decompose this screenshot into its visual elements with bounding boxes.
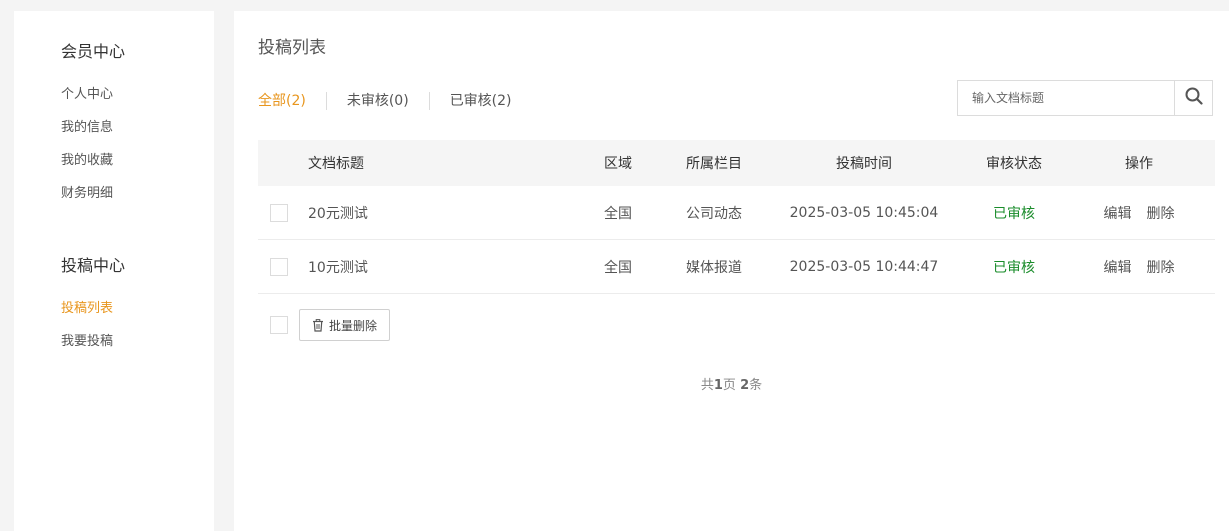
header-actions: 操作 [1125, 156, 1153, 172]
page-count: 1 [713, 378, 723, 393]
header-column: 所属栏目 [686, 156, 742, 172]
row-region: 全国 [604, 259, 632, 276]
submission-table: 文档标题 区域 所属栏目 投稿时间 审核状态 操作 20元测试 全国 公司动态 … [258, 140, 1215, 356]
pager-count-unit: 条 [749, 378, 763, 393]
row-actions: 编辑 删除 [1089, 186, 1189, 239]
edit-link[interactable]: 编辑 [1104, 257, 1132, 277]
row-submit-time: 2025-03-05 10:45:04 [789, 204, 939, 221]
trash-icon [312, 318, 324, 332]
search-button[interactable] [1174, 81, 1212, 115]
member-center-title: 会员中心 [61, 42, 126, 61]
row-checkbox[interactable] [270, 203, 288, 222]
pager-prefix: 共 [700, 378, 714, 393]
sidebar-item-submission-list[interactable]: 投稿列表 [61, 300, 113, 318]
search-icon [1185, 87, 1203, 109]
header-submit-time: 投稿时间 [836, 156, 892, 172]
row-column: 公司动态 [686, 205, 742, 222]
tab-divider [428, 92, 430, 110]
pager-page-unit: 页 [722, 378, 736, 393]
sidebar: 会员中心 个人中心 我的信息 我的收藏 财务明细 投稿中心 投稿列表 我要投稿 [14, 11, 214, 531]
sidebar-item-my-favorites[interactable]: 我的收藏 [61, 152, 113, 170]
row-region: 全国 [604, 205, 632, 222]
delete-link[interactable]: 删除 [1147, 203, 1175, 223]
search-input[interactable] [958, 81, 1174, 115]
select-all-checkbox[interactable] [270, 316, 288, 334]
row-column: 媒体报道 [686, 259, 742, 276]
item-count: 2 [740, 378, 750, 393]
table-row: 10元测试 全国 媒体报道 2025-03-05 10:44:47 已审核 编辑… [258, 240, 1215, 294]
edit-link[interactable]: 编辑 [1104, 203, 1132, 223]
batch-delete-button[interactable]: 批量删除 [299, 309, 391, 341]
sidebar-item-new-submission[interactable]: 我要投稿 [61, 333, 113, 351]
select-all-cell [270, 294, 288, 356]
pagination-summary: 共1页 2条 [234, 377, 1229, 395]
header-title: 文档标题 [308, 156, 364, 172]
delete-link[interactable]: 删除 [1147, 257, 1175, 277]
sidebar-item-personal-center[interactable]: 个人中心 [61, 86, 113, 104]
page-title: 投稿列表 [258, 38, 326, 58]
row-submit-time: 2025-03-05 10:44:47 [789, 258, 939, 275]
submission-center-title: 投稿中心 [61, 256, 126, 275]
status-badge: 已审核 [993, 205, 1035, 222]
tab-all[interactable]: 全部(2) [258, 91, 306, 111]
batch-delete-label: 批量删除 [329, 318, 378, 333]
sidebar-item-finance-details[interactable]: 财务明细 [61, 185, 113, 203]
sidebar-item-my-info[interactable]: 我的信息 [61, 119, 113, 137]
tab-reviewed[interactable]: 已审核(2) [450, 91, 512, 111]
row-actions: 编辑 删除 [1089, 240, 1189, 293]
header-review-status: 审核状态 [986, 156, 1042, 172]
status-badge: 已审核 [993, 259, 1035, 276]
row-checkbox-cell [270, 240, 288, 293]
table-header: 文档标题 区域 所属栏目 投稿时间 审核状态 操作 [258, 140, 1215, 186]
tab-divider [325, 92, 327, 110]
row-title: 20元测试 [308, 205, 368, 222]
header-region: 区域 [604, 156, 632, 172]
tab-unreviewed[interactable]: 未审核(0) [347, 91, 409, 111]
row-checkbox[interactable] [270, 257, 288, 276]
main-panel: 投稿列表 全部(2) 未审核(0) 已审核(2) 文档标题 区域 所属栏目 投稿… [234, 11, 1229, 531]
row-title: 10元测试 [308, 259, 368, 276]
batch-actions: 批量删除 [258, 294, 1215, 356]
table-row: 20元测试 全国 公司动态 2025-03-05 10:45:04 已审核 编辑… [258, 186, 1215, 240]
filter-tabs: 全部(2) 未审核(0) 已审核(2) [258, 91, 512, 111]
row-checkbox-cell [270, 186, 288, 239]
search-box [957, 80, 1213, 116]
